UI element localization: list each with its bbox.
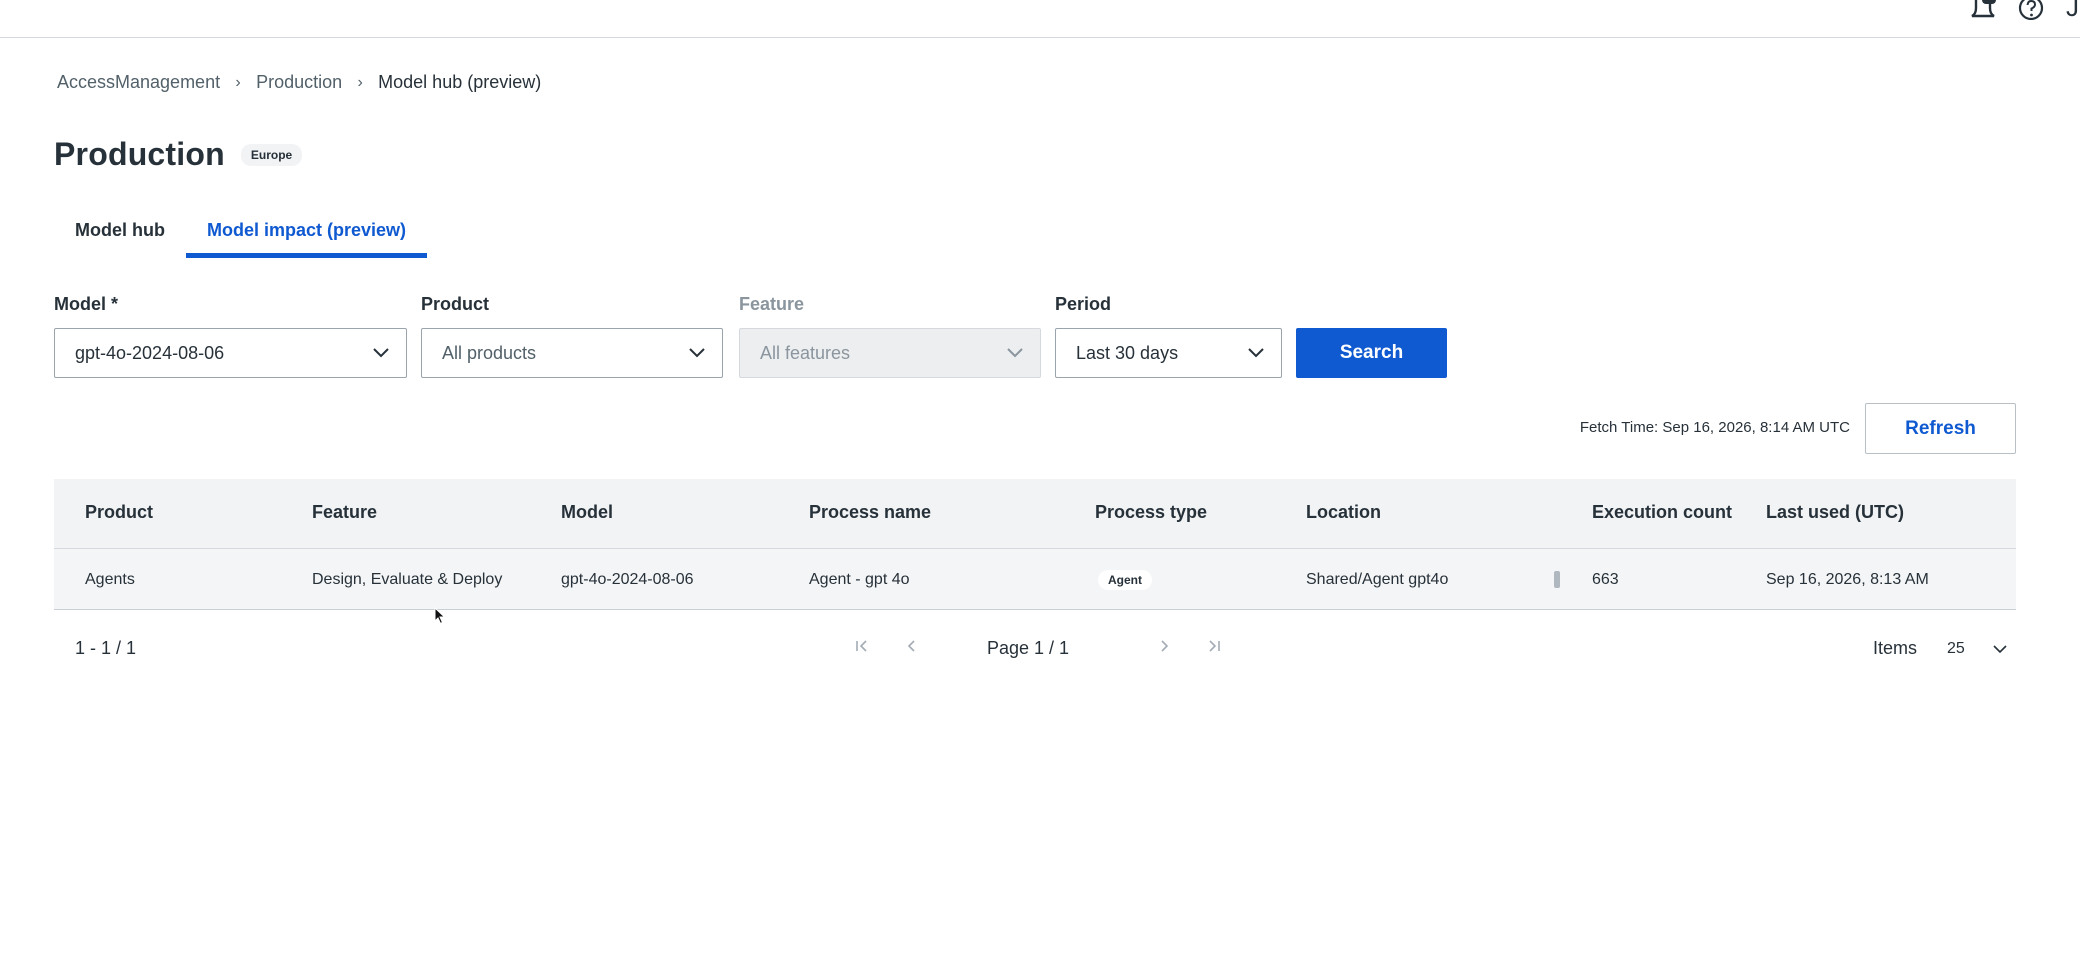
mouse-cursor-icon bbox=[434, 607, 446, 625]
column-header-location[interactable]: Location bbox=[1306, 502, 1381, 523]
search-button[interactable]: Search bbox=[1296, 328, 1447, 378]
product-filter: Product All products bbox=[421, 294, 723, 378]
feature-select: All features bbox=[739, 328, 1041, 378]
period-select-value: Last 30 days bbox=[1076, 342, 1179, 363]
cell-location: Shared/Agent gpt4o bbox=[1306, 571, 1449, 588]
chevron-right-icon: › bbox=[235, 73, 241, 91]
cell-process-name[interactable]: Agent - gpt 4o bbox=[809, 549, 910, 610]
refresh-button[interactable]: Refresh bbox=[1865, 403, 2016, 454]
cell-model: gpt-4o-2024-08-06 bbox=[561, 571, 694, 588]
help-circle-icon[interactable] bbox=[2018, 0, 2044, 21]
process-type-badge: Agent bbox=[1098, 570, 1152, 590]
chevron-down-icon bbox=[1248, 348, 1264, 358]
title-row: Production Europe bbox=[54, 136, 303, 173]
model-filter: Model * gpt-4o-2024-08-06 bbox=[54, 294, 407, 378]
period-select[interactable]: Last 30 days bbox=[1055, 328, 1282, 378]
fetch-time: Fetch Time: Sep 16, 2026, 8:14 AM UTC bbox=[1579, 419, 1850, 436]
column-header-model[interactable]: Model bbox=[561, 502, 613, 523]
product-select-value: All products bbox=[442, 342, 537, 363]
tab-model-hub[interactable]: Model hub bbox=[54, 212, 186, 258]
first-page-icon[interactable] bbox=[852, 639, 872, 659]
region-badge: Europe bbox=[240, 143, 303, 166]
next-page-icon[interactable] bbox=[1154, 639, 1174, 659]
breadcrumb: AccessManagement › Production › Model hu… bbox=[57, 72, 541, 93]
breadcrumb-item-access-management[interactable]: AccessManagement bbox=[57, 72, 220, 93]
cell-feature: Design, Evaluate & Deploy bbox=[312, 571, 503, 588]
items-per-page-select[interactable]: 25 bbox=[1944, 635, 2016, 663]
chevron-down-icon bbox=[1993, 645, 2007, 654]
column-header-product[interactable]: Product bbox=[85, 502, 153, 523]
items-per-page-value: 25 bbox=[1947, 640, 1965, 657]
top-bar-icons: J bbox=[1970, 0, 2080, 21]
column-header-process-name[interactable]: Process name bbox=[809, 502, 931, 523]
page-title: Production bbox=[54, 136, 225, 172]
period-filter: Period Last 30 days bbox=[1055, 294, 1282, 378]
product-select[interactable]: All products bbox=[421, 328, 723, 378]
previous-page-icon[interactable] bbox=[902, 639, 922, 659]
breadcrumb-item-production[interactable]: Production bbox=[256, 72, 342, 93]
chevron-down-icon bbox=[1007, 348, 1023, 358]
cell-last-used: Sep 16, 2026, 8:13 AM bbox=[1766, 571, 1929, 588]
column-header-feature[interactable]: Feature bbox=[312, 502, 377, 523]
pagination: 1 - 1 / 1 Page 1 / 1 Items 25 bbox=[54, 631, 2016, 667]
top-bar: J bbox=[0, 0, 2080, 38]
model-select[interactable]: gpt-4o-2024-08-06 bbox=[54, 328, 407, 378]
feature-select-value: All features bbox=[760, 342, 851, 363]
last-page-icon[interactable] bbox=[1204, 639, 1224, 659]
page-indicator: Page 1 / 1 bbox=[987, 638, 1070, 658]
column-header-process-type[interactable]: Process type bbox=[1095, 502, 1207, 523]
chevron-right-icon: › bbox=[357, 73, 363, 91]
feature-filter-label: Feature bbox=[739, 294, 805, 314]
tab-model-impact[interactable]: Model impact (preview) bbox=[185, 212, 428, 258]
pagination-range: 1 - 1 / 1 bbox=[75, 638, 137, 658]
model-filter-label: Model * bbox=[54, 294, 119, 314]
chevron-down-icon bbox=[373, 348, 389, 358]
bell-icon[interactable] bbox=[1970, 0, 1996, 20]
chevron-down-icon bbox=[689, 348, 705, 358]
notification-count-badge bbox=[1982, 0, 1996, 4]
tab-bar: Model hub Model impact (preview) bbox=[54, 212, 428, 258]
period-filter-label: Period bbox=[1055, 294, 1112, 314]
product-filter-label: Product bbox=[421, 294, 490, 314]
items-per-page-label: Items bbox=[1873, 638, 1918, 658]
column-resize-handle[interactable] bbox=[1554, 571, 1560, 588]
table-header: Product Feature Model Process name Proce… bbox=[54, 479, 2016, 549]
cell-product: Agents bbox=[85, 571, 135, 588]
avatar[interactable]: J bbox=[2066, 0, 2080, 17]
table-row[interactable]: Agents Design, Evaluate & Deploy gpt-4o-… bbox=[54, 549, 2016, 610]
model-impact-table: Product Feature Model Process name Proce… bbox=[54, 479, 2016, 610]
cell-execution-count: 663 bbox=[1592, 571, 1619, 588]
model-select-value: gpt-4o-2024-08-06 bbox=[75, 342, 225, 363]
column-header-execution-count[interactable]: Execution count bbox=[1592, 502, 1732, 523]
column-header-last-used[interactable]: Last used (UTC) bbox=[1766, 502, 1904, 523]
feature-filter: Feature All features bbox=[739, 294, 1041, 378]
breadcrumb-item-model-hub: Model hub (preview) bbox=[378, 72, 542, 92]
